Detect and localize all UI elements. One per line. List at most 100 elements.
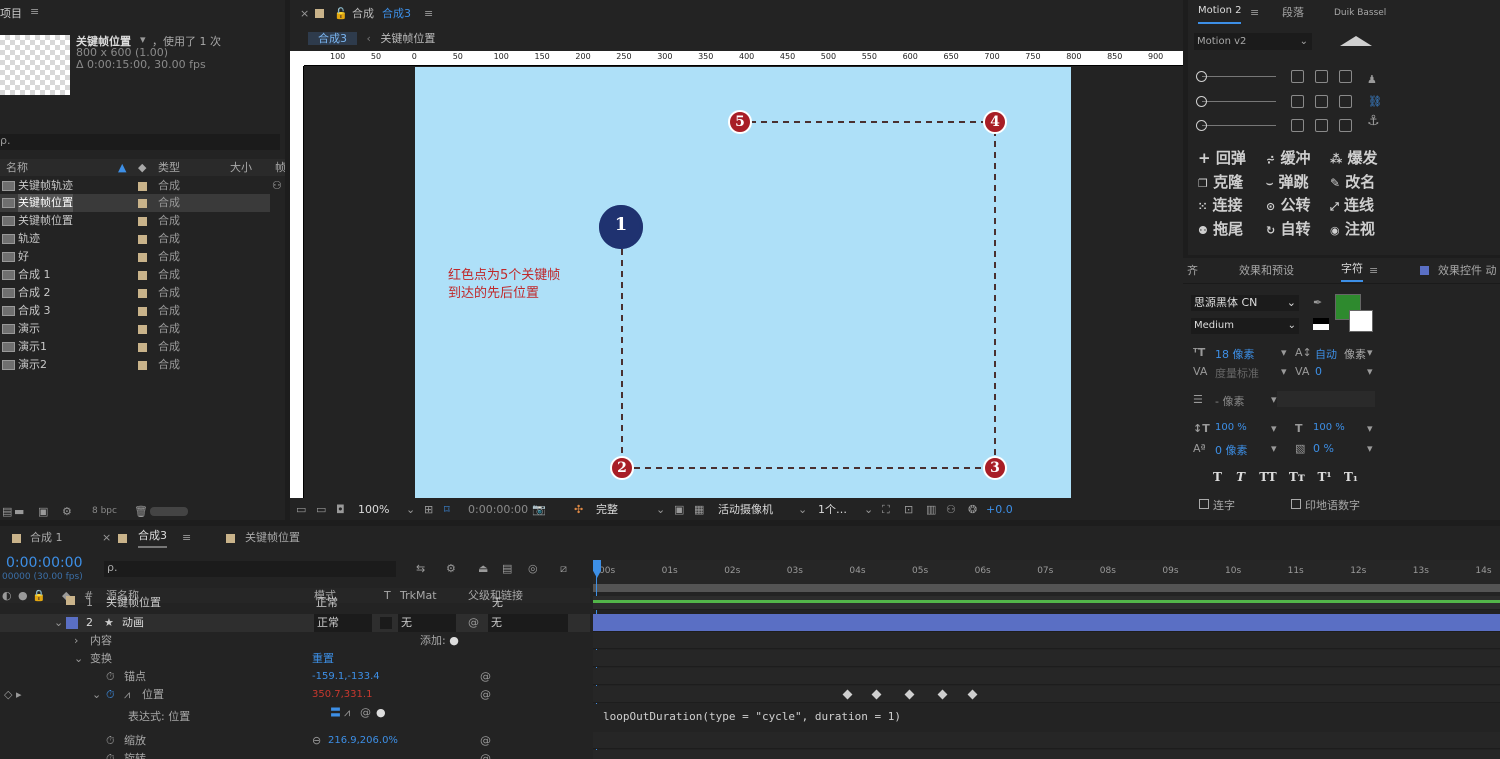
faux-italic-icon[interactable]: T xyxy=(1236,470,1245,484)
clone-button[interactable]: ❐ 克隆 xyxy=(1198,171,1243,192)
trkmat-select[interactable]: 无 xyxy=(398,614,456,632)
anchor-top-left[interactable] xyxy=(1291,70,1304,83)
col-frame[interactable]: 帧 xyxy=(275,159,285,176)
zoom-select[interactable]: 100% xyxy=(358,500,389,520)
trail-button[interactable]: ⚉ 拖尾 xyxy=(1198,218,1243,239)
faux-bold-icon[interactable]: T xyxy=(1213,470,1222,484)
draft-3d-icon[interactable]: ⚙ xyxy=(446,562,456,575)
current-timecode[interactable]: 0:00:00:00 xyxy=(6,555,83,571)
chevron-down-icon[interactable]: ▾ xyxy=(1367,365,1373,378)
menu-icon[interactable]: ≡ xyxy=(182,526,191,550)
new-folder-icon[interactable]: ▬ xyxy=(14,503,24,520)
menu-icon[interactable]: ≡ xyxy=(1250,0,1259,26)
contents-row[interactable]: › 内容 添加: ● xyxy=(0,632,590,650)
tab-align[interactable]: 齐 xyxy=(1187,258,1198,284)
anchor-top-right[interactable] xyxy=(1339,70,1352,83)
stroke-color-swatch[interactable] xyxy=(1349,310,1373,332)
baseline-value[interactable]: 0 像素 xyxy=(1215,442,1248,458)
keyframe-marker-4[interactable]: 4 xyxy=(983,110,1007,134)
scale-value[interactable]: 216.9,206.0% xyxy=(328,732,398,750)
expand-chevron-icon[interactable]: ⌄ xyxy=(54,614,63,632)
menu-icon[interactable]: ≡ xyxy=(30,5,39,18)
label-swatch[interactable] xyxy=(138,235,147,244)
fast-preview-icon[interactable]: ⊡ xyxy=(904,500,913,520)
orbit-button[interactable]: ⊙ 公转 xyxy=(1266,194,1310,215)
chevron-down-icon[interactable]: ⌄ xyxy=(798,500,807,520)
menu-icon[interactable]: ≡ xyxy=(1369,258,1378,284)
anchor-center[interactable] xyxy=(1315,95,1328,108)
pick-whip-icon[interactable]: @ xyxy=(480,668,491,686)
parent-select[interactable]: 无 xyxy=(488,614,568,632)
anchor-bottom[interactable] xyxy=(1315,119,1328,132)
label-swatch[interactable] xyxy=(138,253,147,262)
tab-duik[interactable]: Duik Bassel xyxy=(1334,0,1386,26)
pick-whip-icon[interactable]: @ xyxy=(480,750,491,759)
interpret-footage-icon[interactable]: ▤ xyxy=(2,503,12,520)
project-item[interactable]: 好合成 xyxy=(0,248,270,266)
font-family-select[interactable]: 思源黑体 CN ⌄ xyxy=(1191,295,1299,311)
project-title[interactable]: 项目 xyxy=(0,5,22,21)
anchor-left[interactable] xyxy=(1291,95,1304,108)
add-button[interactable]: 添加: ● xyxy=(420,632,459,650)
frame-blending-icon[interactable]: ▤ xyxy=(502,562,512,575)
tab-effects-presets[interactable]: 效果和预设 xyxy=(1239,258,1294,284)
tab-comp3-timeline[interactable]: 合成3 xyxy=(138,526,167,548)
comp-mini-flowchart-icon[interactable]: ⇆ xyxy=(416,562,425,575)
expression-graph-icon[interactable]: ⩘ xyxy=(344,704,350,722)
close-icon[interactable]: × xyxy=(102,526,111,550)
flowchart-icon[interactable]: ⚇ xyxy=(946,500,956,520)
slider-knob-3[interactable] xyxy=(1196,120,1207,131)
slider-track-3[interactable] xyxy=(1202,125,1276,126)
keyframe-marker-3[interactable]: 3 xyxy=(983,456,1007,480)
explode-button[interactable]: ⁂ 爆发 xyxy=(1330,147,1378,168)
pin-icon[interactable]: ♟ xyxy=(1367,73,1377,86)
chevron-down-icon[interactable]: ▾ xyxy=(1281,365,1287,378)
anchor-icon[interactable]: ⚓ xyxy=(1367,113,1380,129)
chevron-down-icon[interactable]: ⌄ xyxy=(656,500,665,520)
position-value[interactable]: 350.7,331.1 xyxy=(312,686,372,704)
region-icon[interactable]: ⌑ xyxy=(444,500,450,520)
superscript-icon[interactable]: T¹ xyxy=(1317,470,1331,484)
pick-whip-icon[interactable]: @ xyxy=(468,614,479,632)
trkmat-box[interactable] xyxy=(380,617,392,629)
project-item[interactable]: 关键帧轨迹 合成 ⚇ xyxy=(0,177,282,195)
camera-icon[interactable]: 📷 xyxy=(532,500,546,520)
anchor-bottom-left[interactable] xyxy=(1291,119,1304,132)
tab-comp1[interactable]: 合成 1 xyxy=(30,526,63,550)
project-item[interactable]: 演示2 合成 xyxy=(0,356,270,374)
expand-chevron-icon[interactable]: ⌄ xyxy=(74,650,83,668)
monitor-icon[interactable]: ▭ xyxy=(316,500,326,520)
chevron-down-icon[interactable]: ▾ xyxy=(1281,346,1287,359)
layer-parent[interactable]: 无 xyxy=(492,596,503,610)
layer-name[interactable]: 关键帧位置 xyxy=(106,596,161,610)
keyframe-marker-1[interactable]: 1 xyxy=(599,205,643,249)
position-row[interactable]: ◇ ▸ ⌄ ⏱ ⩘ 位置 350.7,331.1 @ xyxy=(0,686,590,704)
label-swatch[interactable] xyxy=(138,307,147,316)
breadcrumb-comp3[interactable]: 合成3 xyxy=(308,32,357,45)
expand-chevron-icon[interactable]: ⌄ xyxy=(92,686,101,704)
settings-icon[interactable]: ⚙ xyxy=(62,503,72,520)
layer-search-input[interactable]: ρ. xyxy=(104,561,396,577)
anchor-top[interactable] xyxy=(1315,70,1328,83)
anchor-bottom-right[interactable] xyxy=(1339,119,1352,132)
keyframe-5[interactable] xyxy=(967,689,978,700)
keyframe-marker-2[interactable]: 2 xyxy=(610,456,634,480)
ligature-checkbox[interactable] xyxy=(1199,499,1209,509)
tab-effect-controls[interactable]: 效果控件 动 xyxy=(1438,258,1497,284)
project-item[interactable]: 合成 3 合成 xyxy=(0,302,270,320)
transparency-grid-icon[interactable]: ▦ xyxy=(694,500,704,520)
views-select[interactable]: 1个… xyxy=(818,500,847,520)
timeline-icon[interactable]: ▥ xyxy=(926,500,936,520)
exposure-icon[interactable]: ❂ xyxy=(968,500,977,520)
pick-whip-icon[interactable]: @ xyxy=(480,732,491,750)
label-tag-icon[interactable]: ◆ xyxy=(138,159,146,176)
keyframe-marker-5[interactable]: 5 xyxy=(728,110,752,134)
project-item[interactable]: 合成 2 合成 xyxy=(0,284,270,302)
project-item[interactable]: 演示 合成 xyxy=(0,320,270,338)
trash-icon[interactable]: 🗑 xyxy=(134,503,148,520)
close-icon[interactable]: × xyxy=(300,0,309,28)
look-at-button[interactable]: ◉ 注视 xyxy=(1330,218,1375,239)
font-style-select[interactable]: Medium ⌄ xyxy=(1191,318,1299,334)
breadcrumb-keyframe-pos[interactable]: 关键帧位置 xyxy=(380,32,435,45)
keyframe-3[interactable] xyxy=(904,689,915,700)
